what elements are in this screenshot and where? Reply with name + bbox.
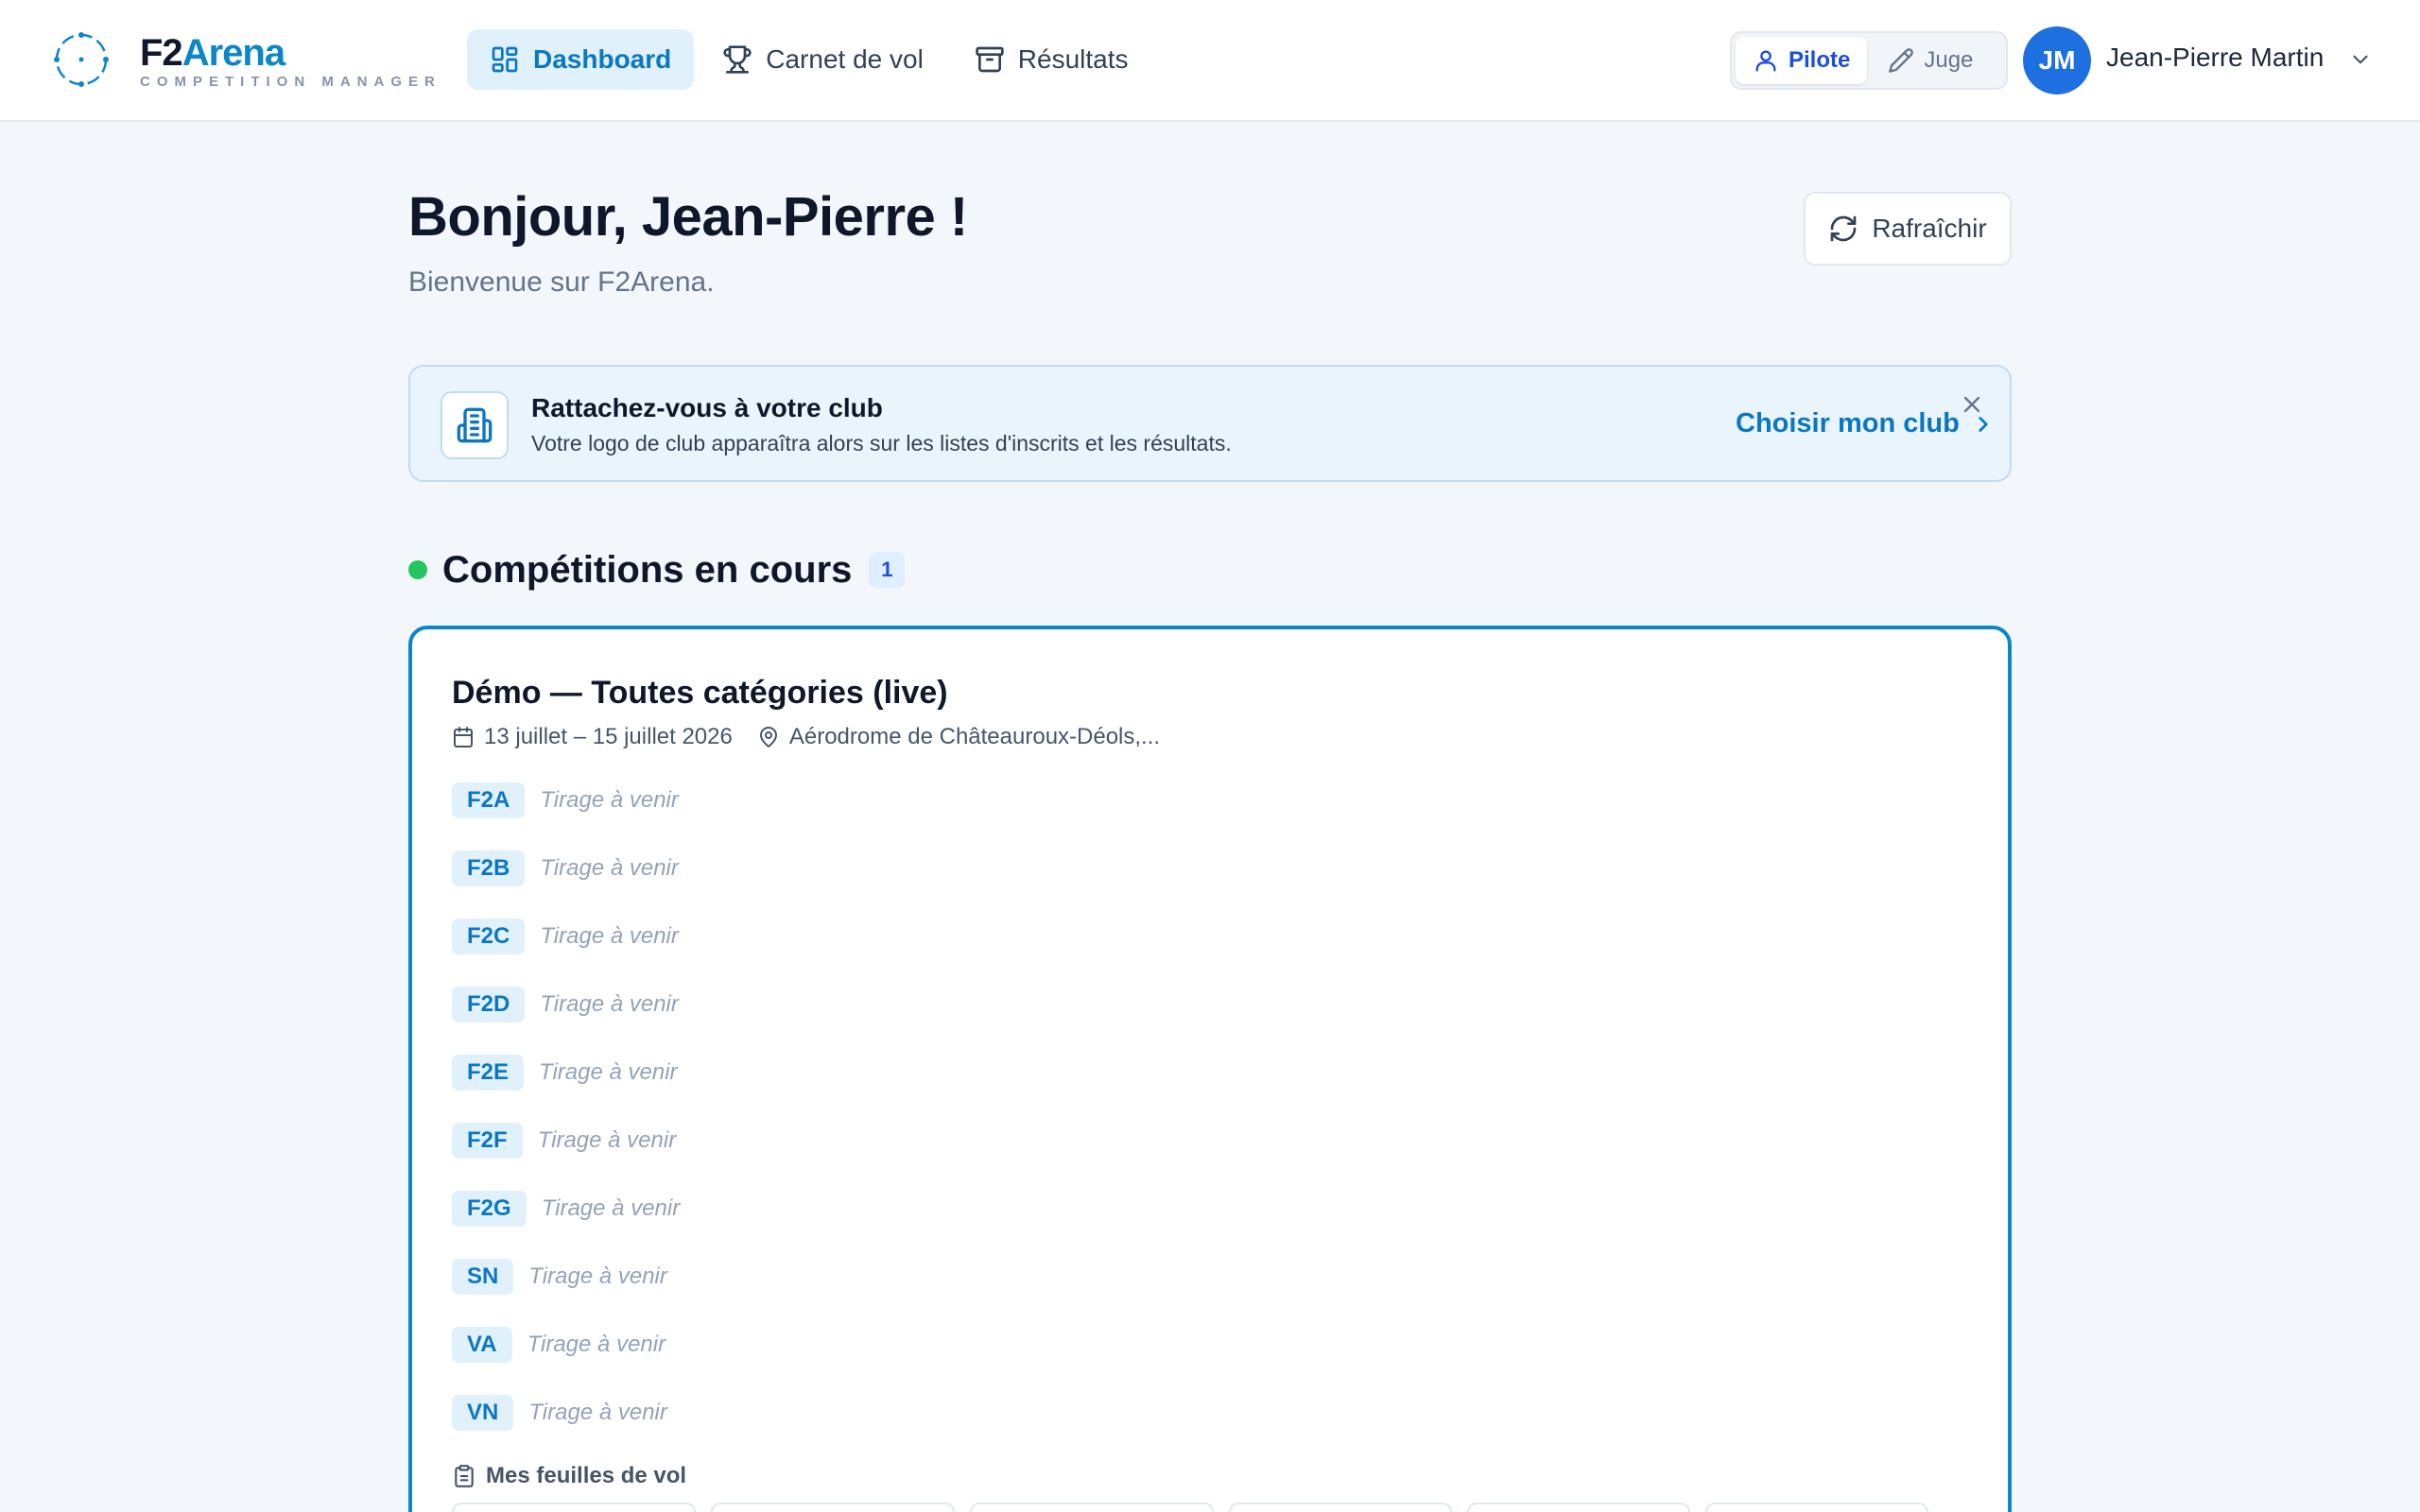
pencil-icon [1889,48,1914,73]
flight-sheet-item[interactable] [711,1503,955,1512]
brand-name: F2Arena [140,32,285,74]
category-badge[interactable]: F2A [452,782,526,818]
club-icon-box [441,391,509,459]
club-banner-title: Rattachez-vous à votre club [531,393,883,422]
nav-dashboard[interactable]: Dashboard [467,29,695,90]
category-status: Tirage à venir [537,1127,677,1153]
category-badge[interactable]: F2G [452,1191,527,1227]
role-juge-button[interactable]: Juge [1871,37,1990,84]
category-list: F2A Tirage à venir F2B Tirage à venir F2… [452,782,680,1463]
category-row: F2G Tirage à venir [452,1191,680,1259]
category-badge[interactable]: SN [452,1259,514,1295]
category-row: F2B Tirage à venir [452,850,680,919]
category-row: F2D Tirage à venir [452,987,680,1055]
live-status-dot [408,560,427,579]
competition-card[interactable]: Démo — Toutes catégories (live) 13 juill… [408,626,2012,1512]
category-status: Tirage à venir [540,991,679,1017]
trophy-icon [723,45,752,74]
category-badge[interactable]: F2C [452,919,526,954]
club-banner-description: Votre logo de club apparaîtra alors sur … [531,431,1232,455]
building-icon [457,407,493,443]
flight-sheet-item[interactable] [970,1503,1214,1512]
role-switch: Pilote Juge [1730,31,2008,90]
welcome-text: Bienvenue sur F2Arena. [408,266,715,298]
choose-club-label: Choisir mon club [1736,408,1960,438]
category-badge[interactable]: F2F [452,1123,523,1159]
avatar[interactable]: JM [2023,26,2091,94]
category-badge[interactable]: VN [452,1395,514,1431]
category-badge[interactable]: F2B [452,850,526,886]
target-logo-icon[interactable] [51,29,112,90]
category-row: F2C Tirage à venir [452,919,680,987]
page-title: Bonjour, Jean-Pierre ! [408,186,968,248]
section-count-badge: 1 [869,552,906,588]
category-badge[interactable]: VA [452,1327,512,1363]
nav-label: Résultats [1017,44,1129,74]
refresh-icon [1830,215,1857,242]
category-row: VN Tirage à venir [452,1395,680,1463]
category-row: F2F Tirage à venir [452,1123,680,1191]
club-banner: Rattachez-vous à votre club Votre logo d… [408,365,2012,482]
dashboard-grid-icon [492,46,518,73]
category-row: SN Tirage à venir [452,1259,680,1327]
category-badge[interactable]: F2E [452,1055,525,1091]
role-juge-label: Juge [1924,47,1974,73]
nav-resultats[interactable]: Résultats [952,29,1151,90]
competition-dates: 13 juillet – 15 juillet 2026 [484,724,733,749]
section-header: Compétitions en cours 1 [408,546,906,593]
close-icon[interactable] [1959,391,1985,418]
section-title: Compétitions en cours [442,548,853,591]
competition-title: Démo — Toutes catégories (live) [452,675,948,711]
category-status: Tirage à venir [539,1059,678,1085]
top-bar: F2Arena COMPETITION MANAGER Dashboard Ca… [0,0,2420,122]
competition-meta: 13 juillet – 15 juillet 2026 Aérodrome d… [452,724,1160,750]
role-pilote-button[interactable]: Pilote [1736,37,1868,84]
category-row: VA Tirage à venir [452,1327,680,1395]
nav-label: Dashboard [533,44,672,74]
flight-sheet-item[interactable] [1467,1503,1690,1512]
category-status: Tirage à venir [528,1400,667,1425]
flight-sheet-list [452,1503,1928,1512]
clipboard-icon [455,1465,474,1487]
calendar-icon [454,727,473,747]
chevron-down-icon[interactable] [2348,47,2373,72]
category-status: Tirage à venir [528,1263,667,1289]
flight-sheet-item[interactable] [1705,1503,1928,1512]
category-status: Tirage à venir [540,787,679,813]
refresh-button[interactable]: Rafraîchir [1804,192,2012,266]
nav-label: Carnet de vol [766,44,924,74]
category-status: Tirage à venir [527,1332,666,1357]
category-status: Tirage à venir [540,855,679,881]
user-name[interactable]: Jean-Pierre Martin [2106,43,2324,73]
refresh-label: Rafraîchir [1872,214,1987,243]
archive-box-icon [976,46,1004,73]
flight-sheets-header: Mes feuilles de vol [452,1463,686,1489]
flight-sheet-item[interactable] [452,1503,696,1512]
map-pin-icon [759,727,777,747]
category-badge[interactable]: F2D [452,987,526,1022]
competition-location: Aérodrome de Châteauroux-Déols,... [757,724,1160,750]
main-nav: Dashboard Carnet de vol Résultats [467,29,1151,90]
brand[interactable]: F2Arena COMPETITION MANAGER [140,32,441,90]
competition-location-text: Aérodrome de Châteauroux-Déols,... [788,724,1161,749]
flight-sheets-label: Mes feuilles de vol [486,1463,687,1488]
choose-club-link[interactable]: Choisir mon club [1736,408,1996,439]
user-icon [1755,50,1776,72]
nav-carnet-de-vol[interactable]: Carnet de vol [700,29,946,90]
flight-sheet-item[interactable] [1229,1503,1452,1512]
category-status: Tirage à venir [541,1195,681,1221]
category-status: Tirage à venir [540,923,679,949]
brand-subtitle: COMPETITION MANAGER [140,74,441,90]
category-row: F2E Tirage à venir [452,1055,680,1123]
category-row: F2A Tirage à venir [452,782,680,850]
role-pilote-label: Pilote [1789,47,1851,73]
